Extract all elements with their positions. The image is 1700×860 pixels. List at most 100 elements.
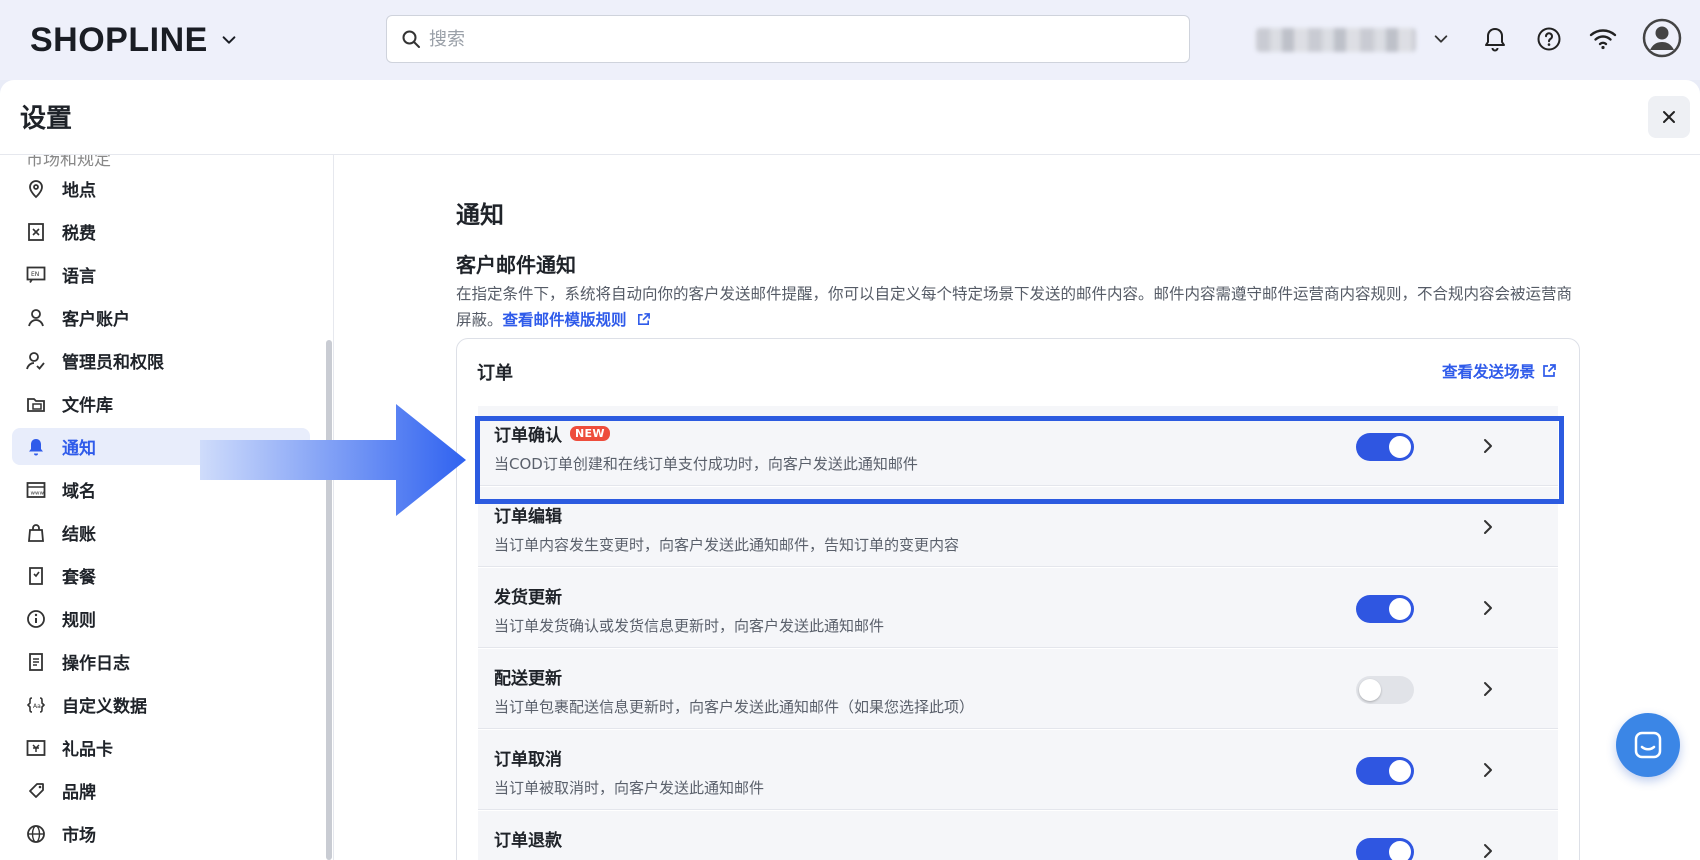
language-icon: EN	[26, 265, 46, 285]
row-title: 订单退款	[494, 826, 562, 851]
sidebar-item-label: 语言	[62, 267, 96, 287]
wifi-icon[interactable]	[1588, 24, 1618, 54]
sidebar-item-locations[interactable]: 地点	[12, 170, 310, 207]
sidebar-item-label: 管理员和权限	[62, 353, 164, 373]
tax-receipt-icon	[26, 222, 46, 242]
new-badge: NEW	[570, 426, 610, 441]
bell-icon	[26, 437, 46, 457]
code-braces-icon: Aa	[26, 695, 46, 715]
sidebar-item-label: 地点	[62, 181, 96, 201]
logo-text: SHOPLINE	[30, 20, 208, 59]
enable-toggle[interactable]	[1356, 676, 1414, 704]
notification-row-order-refund[interactable]: 订单退款	[478, 811, 1558, 860]
brand-logo[interactable]: SHOPLINE	[30, 20, 238, 59]
svg-text:Aa: Aa	[33, 703, 41, 710]
enable-toggle[interactable]	[1356, 595, 1414, 623]
log-icon	[26, 652, 46, 672]
sidebar-item-languages[interactable]: EN 语言	[12, 256, 310, 293]
sidebar-item-label: 品牌	[62, 783, 96, 803]
sidebar-item-label: 客户账户	[62, 310, 130, 330]
sidebar-item-markets[interactable]: 市场	[12, 815, 310, 852]
sidebar-item-gift-cards[interactable]: 礼品卡	[12, 729, 310, 766]
sidebar-item-label: 礼品卡	[62, 740, 113, 760]
chat-support-button[interactable]	[1616, 713, 1680, 777]
view-scenarios-link-label: 查看发送场景	[1441, 363, 1535, 381]
sidebar-item-partial[interactable]: 市场和规定	[26, 155, 111, 170]
sidebar-item-label: 自定义数据	[62, 697, 147, 717]
sidebar-item-label: 结账	[62, 525, 96, 545]
row-description: 当订单发货确认或发货信息更新时，向客户发送此通知邮件	[494, 617, 885, 635]
sidebar-item-taxes[interactable]: 税费	[12, 213, 310, 250]
user-avatar-icon[interactable]	[1642, 18, 1682, 58]
row-description: 当订单内容发生变更时，向客户发送此通知邮件，告知订单的变更内容	[494, 536, 960, 554]
sidebar-item-plans[interactable]: 套餐	[12, 557, 310, 594]
sidebar-item-custom-data[interactable]: Aa 自定义数据	[12, 686, 310, 723]
chevron-right-icon[interactable]	[1478, 436, 1498, 456]
notification-row-order-edit[interactable]: 订单编辑 当订单内容发生变更时，向客户发送此通知邮件，告知订单的变更内容	[478, 487, 1558, 567]
notification-row-order-confirmation[interactable]: 订单确认 NEW 当COD订单创建和在线订单支付成功时，向客户发送此通知邮件	[478, 406, 1558, 486]
bell-icon[interactable]	[1480, 24, 1510, 54]
row-title-text: 订单确认	[494, 426, 562, 446]
panel-header: 设置	[0, 80, 1700, 155]
toggle-knob	[1389, 436, 1411, 458]
sidebar-item-activity-log[interactable]: 操作日志	[12, 643, 310, 680]
row-description: 当订单包裹配送信息更新时，向客户发送此通知邮件（如果您选择此项）	[494, 698, 975, 716]
chevron-right-icon[interactable]	[1478, 760, 1498, 780]
email-template-rules-link[interactable]: 查看邮件模版规则	[503, 311, 651, 329]
folder-icon	[26, 394, 46, 414]
chevron-right-icon[interactable]	[1478, 517, 1498, 537]
sidebar-item-label: 域名	[62, 482, 96, 502]
user-permission-icon	[26, 351, 46, 371]
top-bar: SHOPLINE	[0, 0, 1700, 80]
svg-text:EN: EN	[31, 271, 39, 278]
domain-icon: www	[26, 480, 46, 500]
sidebar-item-admins-permissions[interactable]: 管理员和权限	[12, 342, 310, 379]
notification-row-shipping-update[interactable]: 发货更新 当订单发货确认或发货信息更新时，向客户发送此通知邮件	[478, 568, 1558, 648]
store-name-blurred[interactable]	[1256, 28, 1416, 52]
order-notifications-card: 订单 查看发送场景 订单确认 NEW 当COD订单创建和在线订单支付成功时，向客户…	[456, 338, 1580, 860]
plan-icon	[26, 566, 46, 586]
annotation-arrow-icon	[200, 404, 466, 516]
close-icon	[1663, 111, 1675, 123]
help-icon[interactable]	[1534, 24, 1564, 54]
notification-row-delivery-update[interactable]: 配送更新 当订单包裹配送信息更新时，向客户发送此通知邮件（如果您选择此项）	[478, 649, 1558, 729]
chevron-right-icon[interactable]	[1478, 841, 1498, 860]
sidebar-item-customer-accounts[interactable]: 客户账户	[12, 299, 310, 336]
globe-icon	[26, 824, 46, 844]
row-title: 订单编辑	[494, 502, 562, 527]
notifications-content: 通知 客户邮件通知 在指定条件下，系统将自动向你的客户发送邮件提醒，你可以自定义…	[334, 155, 1700, 860]
enable-toggle[interactable]	[1356, 433, 1414, 461]
row-title: 发货更新	[494, 583, 562, 608]
sidebar-item-label: 操作日志	[62, 654, 130, 674]
chevron-down-icon[interactable]	[220, 31, 238, 49]
sidebar-item-policies[interactable]: 规则	[12, 600, 310, 637]
enable-toggle[interactable]	[1356, 838, 1414, 860]
external-link-icon	[637, 313, 650, 325]
row-title-text: 订单退款	[494, 831, 562, 851]
close-button[interactable]	[1648, 96, 1690, 138]
section-title: 通知	[456, 201, 504, 229]
toggle-knob	[1389, 760, 1411, 782]
svg-text:www: www	[31, 490, 45, 496]
location-pin-icon	[26, 179, 46, 199]
search-input[interactable]	[429, 28, 1129, 50]
chevron-right-icon[interactable]	[1478, 679, 1498, 699]
sidebar-item-checkout[interactable]: 结账	[12, 514, 310, 551]
card-title: 订单	[477, 363, 513, 384]
search-bar[interactable]	[386, 15, 1190, 63]
chevron-right-icon[interactable]	[1478, 598, 1498, 618]
enable-toggle[interactable]	[1356, 757, 1414, 785]
toggle-knob	[1389, 598, 1411, 620]
brand-tag-icon	[26, 781, 46, 801]
email-template-rules-link-label: 查看邮件模版规则	[502, 311, 627, 329]
sidebar-item-brands[interactable]: 品牌	[12, 772, 310, 809]
row-title-text: 订单编辑	[494, 507, 562, 527]
view-scenarios-link[interactable]: 查看发送场景	[1442, 360, 1557, 382]
sidebar-item-label: 通知	[62, 439, 96, 459]
notification-row-order-cancel[interactable]: 订单取消 当订单被取消时，向客户发送此通知邮件	[478, 730, 1558, 810]
row-title-text: 发货更新	[494, 588, 562, 608]
row-title-text: 订单取消	[494, 750, 562, 770]
store-switch-chevron-icon[interactable]	[1432, 30, 1450, 48]
sidebar-item-label: 规则	[62, 611, 96, 631]
sidebar-item-label: 市场	[62, 826, 96, 846]
